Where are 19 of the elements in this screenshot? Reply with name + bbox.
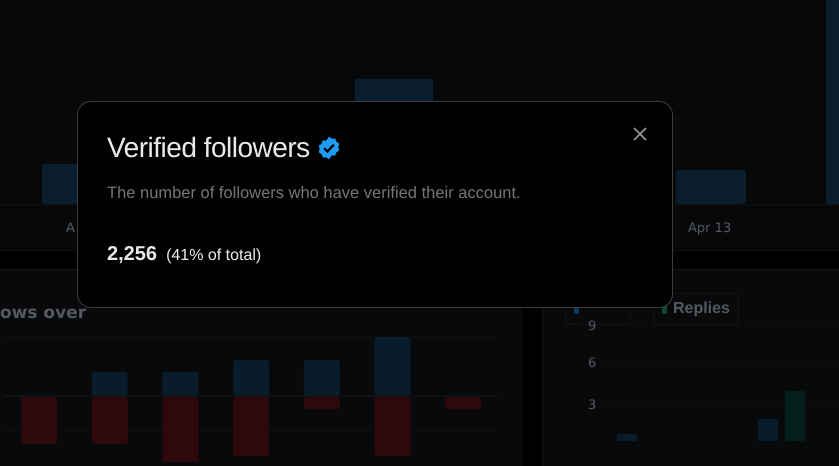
bar xyxy=(445,397,482,409)
stat-share: (41% of total) xyxy=(166,247,262,265)
axis-label: Apr 13 xyxy=(688,221,732,236)
card-title: ows over xyxy=(0,303,86,323)
bar xyxy=(676,170,746,204)
stat-value: 2,256 xyxy=(107,243,158,266)
axis-tick: 3 xyxy=(588,398,596,413)
bar xyxy=(758,419,778,441)
bar xyxy=(21,397,57,444)
dialog-title: Verified followers xyxy=(107,132,310,164)
dialog-description: The number of followers who have verified their account. xyxy=(107,184,522,203)
legend-chip[interactable]: Replies xyxy=(653,293,739,325)
axis-tick: 9 xyxy=(588,319,596,334)
bar xyxy=(374,337,410,396)
axis-label: A xyxy=(66,221,75,236)
axis-tick: 6 xyxy=(588,356,596,371)
bar xyxy=(374,397,410,456)
close-icon xyxy=(633,127,647,141)
bar xyxy=(617,434,637,441)
